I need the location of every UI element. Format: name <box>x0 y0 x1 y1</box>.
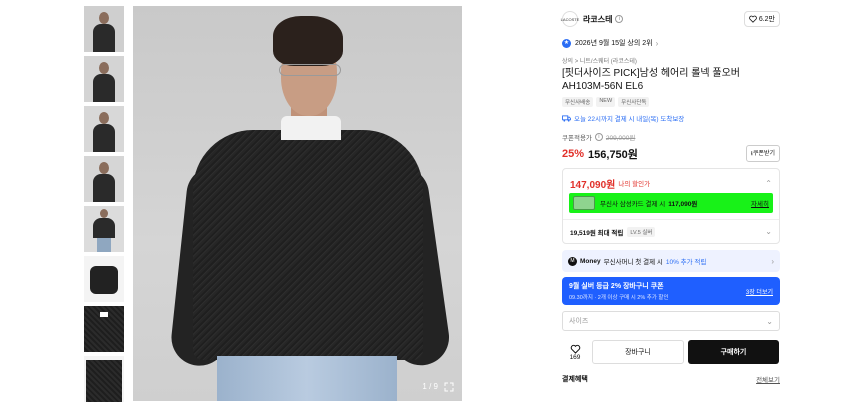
brand-row: LACOSTE 라코스테 i 6.2만 <box>561 6 780 32</box>
coupon-price-label: 쿠폰적용가 i 209,000원 <box>562 132 780 142</box>
coupon-download-button[interactable]: ⭳쿠폰받기 <box>745 145 780 162</box>
benefit-title: 결제혜택 <box>562 376 588 383</box>
chevron-right-icon: › <box>655 38 659 48</box>
money-banner[interactable]: M Money 무신사머니 첫 결제 시 10% 추가 적립 › <box>562 250 780 272</box>
my-price-row[interactable]: 147,090원 나의 할인가 ⌃ <box>563 169 779 191</box>
price-row: 25% 156,750원 ⭳쿠폰받기 <box>562 145 780 162</box>
product-info-panel: LACOSTE 라코스테 i 6.2만 ★ 2026년 9월 15일 상의 2위… <box>553 6 789 407</box>
expand-icon[interactable] <box>444 382 454 392</box>
main-product-image[interactable]: 1 / 9 <box>133 6 462 401</box>
product-page: 1 / 9 LACOSTE 라코스테 i 6.2만 ★ 2026년 9월 15일… <box>0 0 850 407</box>
buy-now-button[interactable]: 구매하기 <box>688 340 779 364</box>
chevron-up-icon: ⌃ <box>765 178 772 188</box>
add-to-cart-button[interactable]: 장바구니 <box>592 340 684 364</box>
info-icon[interactable]: i <box>594 133 603 141</box>
like-button[interactable]: 169 <box>562 344 588 361</box>
thumbnail-8[interactable] <box>84 356 124 402</box>
promo-more-link[interactable]: 3장 더보기 <box>746 287 773 296</box>
sale-price: 156,750원 <box>588 148 638 161</box>
rank-text: 2026년 9월 15일 상의 2위 <box>575 40 653 47</box>
rank-link[interactable]: ★ 2026년 9월 15일 상의 2위 › <box>562 36 780 50</box>
chevron-down-icon: ⌄ <box>766 316 773 326</box>
image-counter: 1 / 9 <box>422 382 438 391</box>
my-price-box: 147,090원 나의 할인가 ⌃ 무신사 삼성카드 결제 시 117,090원… <box>562 168 780 244</box>
delivery-text: 오늘 22시까지 결제 시 내일(목) 도착보장 <box>574 116 685 123</box>
breadcrumb[interactable]: 상의 > 니트/스웨터 (라코스테) <box>562 56 780 65</box>
card-offer-price: 117,090원 <box>668 201 698 208</box>
thumbnail-2[interactable] <box>84 56 124 102</box>
heart-icon <box>749 15 757 23</box>
money-text: 무신사머니 첫 결제 시 <box>603 259 663 266</box>
chevron-down-icon: ⌄ <box>765 227 772 236</box>
star-icon: ★ <box>562 38 571 48</box>
coupon-price-text: 쿠폰적용가 <box>562 135 592 142</box>
delivery-info: 오늘 22시까지 결제 시 내일(목) 도착보장 <box>562 113 780 123</box>
brand-name[interactable]: 라코스테 <box>583 14 612 25</box>
brand-like-button[interactable]: 6.2만 <box>743 11 780 27</box>
brand-like-count: 6.2만 <box>758 16 775 23</box>
thumbnail-7[interactable] <box>84 306 124 352</box>
reward-row[interactable]: 19,519원 최대 적립 LV.5 실버 ⌄ <box>563 219 779 243</box>
heart-icon <box>570 344 580 354</box>
thumbnail-5[interactable] <box>84 206 124 252</box>
card-offer-banner[interactable]: 무신사 삼성카드 결제 시 117,090원 자세히 <box>569 193 773 213</box>
promo-title: 9월 실버 등급 2% 장바구니 쿠폰 <box>569 283 664 290</box>
reward-text: 19,519원 최대 적립 <box>570 229 624 237</box>
money-logo-icon: M <box>568 256 577 266</box>
see-all-link[interactable]: 전체보기 <box>756 374 780 384</box>
coupon-button-label: 쿠폰받기 <box>752 151 775 157</box>
tag: 무신사배송 <box>562 97 594 107</box>
card-offer-text: 무신사 삼성카드 결제 시 <box>600 201 666 208</box>
thumbnail-3[interactable] <box>84 106 124 152</box>
my-price-label: 나의 할인가 <box>618 181 651 188</box>
product-title: [핏더사이즈 PICK]남성 헤어리 롤넥 풀오버 AH103M-56N EL6 <box>562 68 741 92</box>
benefit-row: 결제혜택 전체보기 <box>562 374 780 384</box>
level-badge: LV.5 실버 <box>627 226 656 237</box>
cart-coupon-banner[interactable]: 9월 실버 등급 2% 장바구니 쿠폰 09.30까지 · 2개 이상 구매 시… <box>562 277 780 305</box>
original-price: 209,000원 <box>605 135 636 142</box>
action-row: 169 장바구니 구매하기 <box>562 339 780 365</box>
info-icon[interactable]: i <box>615 15 624 23</box>
discount-rate: 25% <box>562 147 585 160</box>
chevron-right-icon: › <box>771 256 774 266</box>
truck-icon <box>562 114 571 122</box>
size-placeholder: 사이즈 <box>569 318 589 325</box>
tag-list: 무신사배송 NEW 무신사단독 <box>562 97 780 107</box>
money-accent: 10% 추가 적립 <box>665 259 707 266</box>
my-price-value: 147,090원 <box>570 179 616 191</box>
promo-subtitle: 09.30까지 · 2개 이상 구매 시 2% 추가 할인 <box>569 295 669 301</box>
thumbnail-6[interactable] <box>84 256 124 302</box>
tag: NEW <box>596 97 616 107</box>
card-detail-link[interactable]: 자세히 <box>751 198 769 208</box>
brand-logo[interactable]: LACOSTE <box>561 11 579 27</box>
thumbnail-list <box>84 6 124 406</box>
tag: 무신사단독 <box>618 97 650 107</box>
thumbnail-4[interactable] <box>84 156 124 202</box>
like-count: 169 <box>569 353 581 361</box>
money-brand: Money <box>580 257 601 265</box>
card-icon <box>573 196 595 210</box>
size-select[interactable]: 사이즈 ⌄ <box>562 311 780 331</box>
thumbnail-1[interactable] <box>84 6 124 52</box>
